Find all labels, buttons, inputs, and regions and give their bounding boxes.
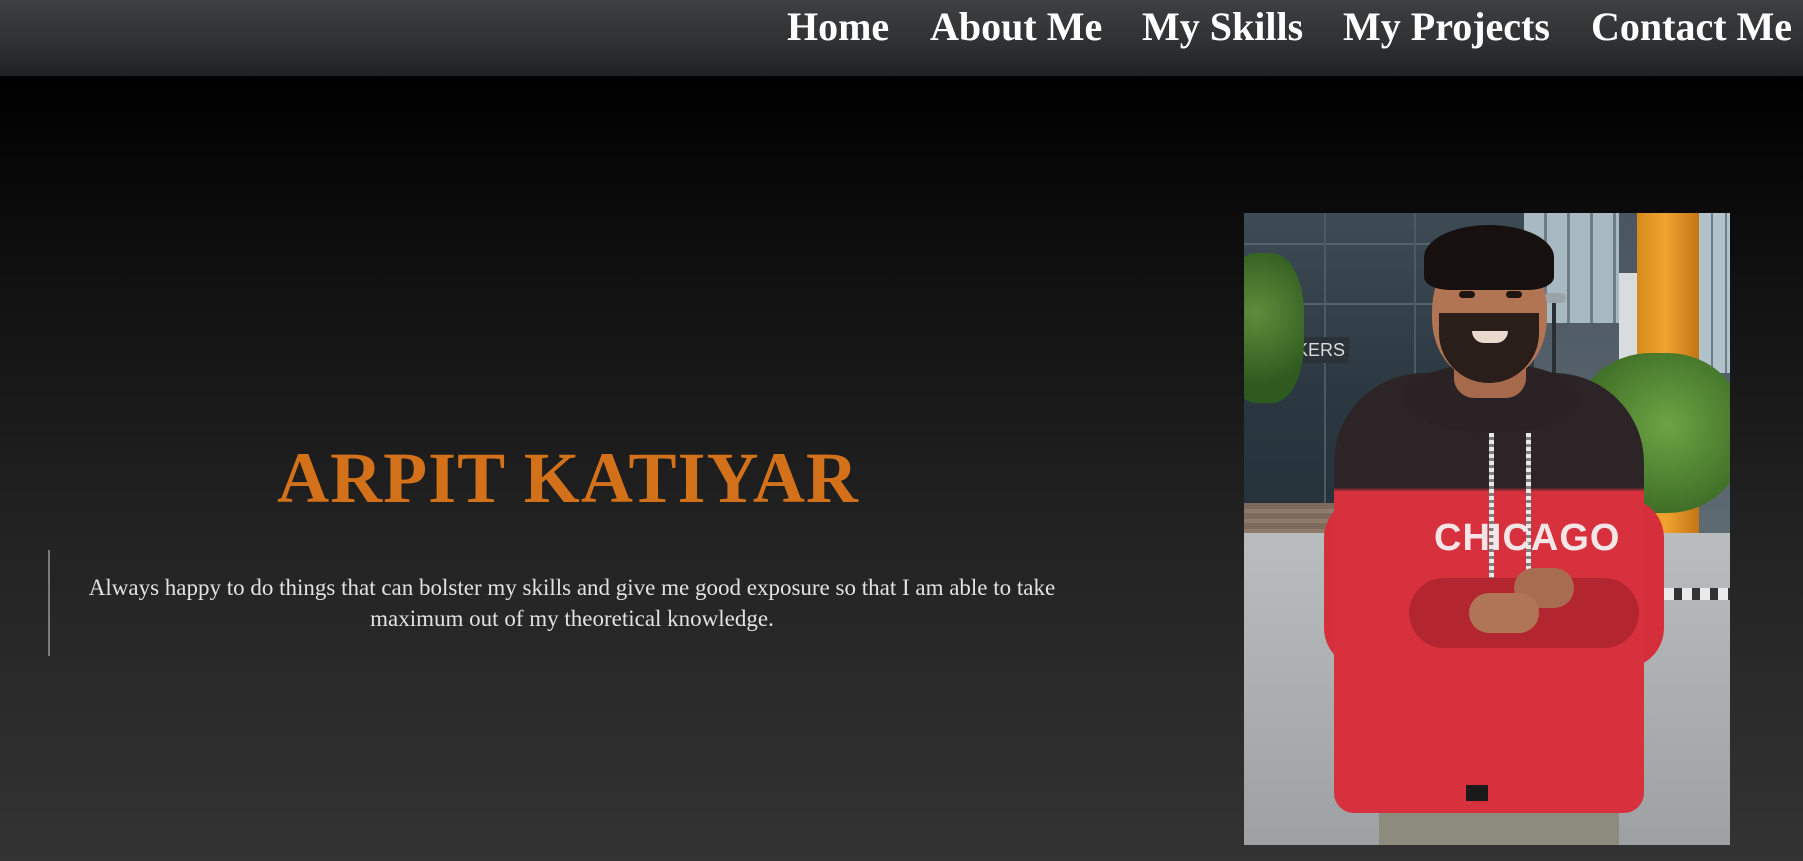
photo-shirt-text: CHICAGO [1434,517,1621,559]
top-navbar: Home About Me My Skills My Projects Cont… [0,0,1803,76]
hero-section: ARPIT KATIYAR Always happy to do things … [0,76,1803,861]
hero-name-heading: ARPIT KATIYAR [277,438,859,518]
tagline-blockquote: Always happy to do things that can bolst… [48,550,1090,656]
nav-link-about-me[interactable]: About Me [930,4,1102,50]
profile-photo: ACKERS CHICAGO [1244,213,1730,845]
tagline-text: Always happy to do things that can bolst… [88,575,1056,631]
nav-link-home[interactable]: Home [787,4,889,50]
nav-link-contact-me[interactable]: Contact Me [1591,4,1792,50]
nav-link-my-projects[interactable]: My Projects [1343,4,1550,50]
nav-link-my-skills[interactable]: My Skills [1142,4,1303,50]
